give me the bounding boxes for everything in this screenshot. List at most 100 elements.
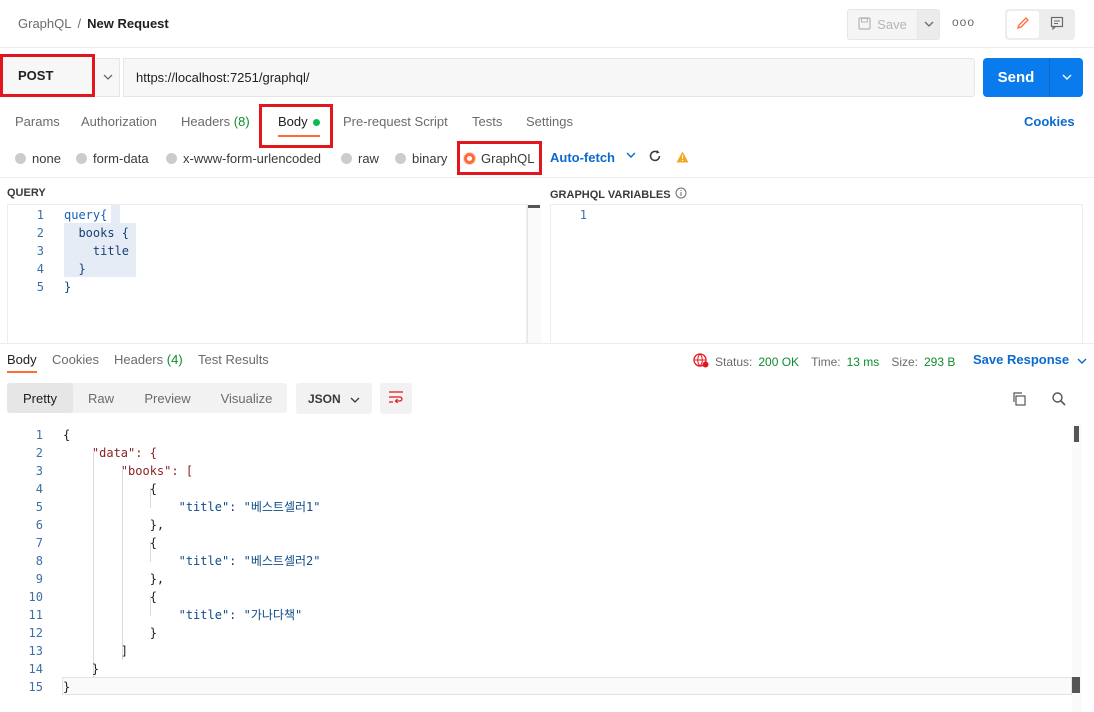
variables-editor[interactable]: 1: [550, 204, 1083, 344]
line-number: 3: [36, 244, 44, 258]
json-line: {: [63, 428, 71, 442]
copy-icon[interactable]: [1011, 391, 1027, 410]
auto-fetch-button[interactable]: Auto-fetch: [550, 150, 615, 165]
line-number: 6: [35, 518, 43, 532]
view-preview[interactable]: Preview: [129, 383, 206, 413]
tab-headers[interactable]: Headers (8): [181, 114, 250, 129]
format-select[interactable]: JSON: [296, 383, 372, 414]
response-tab-test-results[interactable]: Test Results: [198, 352, 269, 367]
method-dropdown-toggle[interactable]: [96, 58, 120, 97]
response-body-editor[interactable]: 1 2 3 4 5 6 7 8 9 10 11 12 13 14 15 { "d…: [0, 424, 1072, 699]
response-tab-headers[interactable]: Headers (4): [114, 352, 183, 367]
query-scrollbar-thumb[interactable]: [528, 205, 540, 208]
view-pretty[interactable]: Pretty: [7, 383, 73, 413]
time-value[interactable]: 13 ms: [847, 355, 880, 369]
json-line: {: [63, 482, 157, 496]
query-editor[interactable]: 1 2 3 4 5 query{ books { title } }: [7, 204, 527, 344]
radio-label: x-www-form-urlencoded: [183, 150, 321, 166]
json-line: "title": "베스트셀러1": [63, 500, 321, 514]
line-number: 11: [28, 608, 43, 622]
line-number: 13: [28, 644, 43, 658]
wrap-lines-button[interactable]: [380, 383, 412, 414]
query-label: QUERY: [7, 187, 46, 199]
response-divider: [0, 343, 1094, 344]
line-number: 12: [28, 626, 43, 640]
radio-dot: [76, 152, 87, 164]
bracket-match-highlight: [111, 205, 120, 223]
warning-icon[interactable]: [676, 151, 689, 166]
tab-tests[interactable]: Tests: [472, 114, 502, 129]
response-tab-cookies[interactable]: Cookies: [52, 352, 99, 367]
cookies-link[interactable]: Cookies: [1024, 114, 1075, 129]
radio-binary[interactable]: binary: [395, 150, 447, 166]
response-view-tabs: Pretty Raw Preview Visualize: [7, 383, 287, 413]
line-number: 8: [35, 554, 43, 568]
url-input[interactable]: https://localhost:7251/graphql/: [123, 58, 975, 97]
breadcrumb: GraphQL / New Request: [18, 16, 169, 31]
tab-headers-label: Headers: [181, 114, 231, 129]
view-raw[interactable]: Raw: [73, 383, 129, 413]
graphql-highlight-box: [457, 141, 542, 175]
response-tab-headers-label: Headers: [114, 352, 164, 367]
json-line: },: [63, 572, 165, 586]
line-number: 5: [35, 500, 43, 514]
size-value[interactable]: 293 B: [924, 355, 955, 369]
save-response-button[interactable]: Save Response: [973, 352, 1087, 367]
response-scrollbar-marker: [1072, 677, 1080, 693]
status-label: Status:: [715, 354, 753, 369]
radio-dot: [395, 152, 406, 164]
more-actions-button[interactable]: ooo: [952, 15, 975, 29]
view-visualize[interactable]: Visualize: [206, 383, 287, 413]
radio-dot: [341, 152, 352, 164]
radio-label: none: [32, 150, 61, 166]
tab-prerequest-script[interactable]: Pre-request Script: [343, 114, 448, 129]
line-number: 10: [28, 590, 43, 604]
save-icon: [858, 16, 871, 33]
comments-mode-button[interactable]: [1041, 11, 1073, 38]
line-number: 15: [28, 680, 43, 694]
radio-urlencoded[interactable]: x-www-form-urlencoded: [166, 150, 321, 166]
code-line: title: [64, 244, 130, 258]
tab-settings[interactable]: Settings: [526, 114, 573, 129]
send-options-button[interactable]: [1049, 58, 1083, 97]
edit-mode-button[interactable]: [1007, 11, 1039, 38]
query-scrollbar[interactable]: [527, 204, 541, 344]
chevron-down-icon: [1062, 72, 1072, 83]
status-value[interactable]: 200 OK: [758, 355, 799, 369]
json-line: }: [63, 680, 71, 694]
response-meta: Status: 200 OK Time: 13 ms Size: 293 B: [693, 352, 955, 371]
response-scrollbar[interactable]: [1072, 424, 1082, 712]
radio-form-data[interactable]: form-data: [76, 150, 149, 166]
refresh-icon[interactable]: [648, 149, 662, 166]
method-select[interactable]: POST: [0, 54, 95, 97]
response-tab-body[interactable]: Body: [7, 352, 37, 367]
response-scrollbar-thumb[interactable]: [1074, 426, 1079, 442]
radio-label: binary: [412, 150, 448, 166]
chevron-down-icon: [1077, 352, 1087, 367]
chevron-down-icon[interactable]: [626, 150, 636, 161]
time-label: Time:: [811, 354, 841, 369]
radio-none[interactable]: none: [15, 150, 61, 166]
line-number: 4: [36, 262, 44, 276]
size-label: Size:: [891, 354, 918, 369]
save-button[interactable]: Save: [847, 9, 918, 40]
format-value: JSON: [308, 391, 341, 406]
json-line: },: [63, 518, 165, 532]
send-button[interactable]: Send: [983, 58, 1049, 97]
tab-params[interactable]: Params: [15, 114, 60, 129]
line-number: 4: [35, 482, 43, 496]
line-number: 2: [35, 446, 43, 460]
radio-raw[interactable]: raw: [341, 150, 379, 166]
save-options-button[interactable]: [918, 9, 940, 40]
json-line: {: [63, 536, 157, 550]
code-line: }: [64, 280, 72, 294]
globe-error-icon[interactable]: [693, 352, 709, 371]
json-line: }: [63, 626, 157, 640]
breadcrumb-collection[interactable]: GraphQL: [18, 16, 71, 31]
code-line: }: [64, 262, 86, 276]
search-icon[interactable]: [1051, 391, 1067, 410]
request-name[interactable]: New Request: [87, 16, 169, 31]
info-icon[interactable]: [675, 187, 687, 202]
chevron-down-icon: [103, 72, 113, 83]
tab-authorization[interactable]: Authorization: [81, 114, 157, 129]
